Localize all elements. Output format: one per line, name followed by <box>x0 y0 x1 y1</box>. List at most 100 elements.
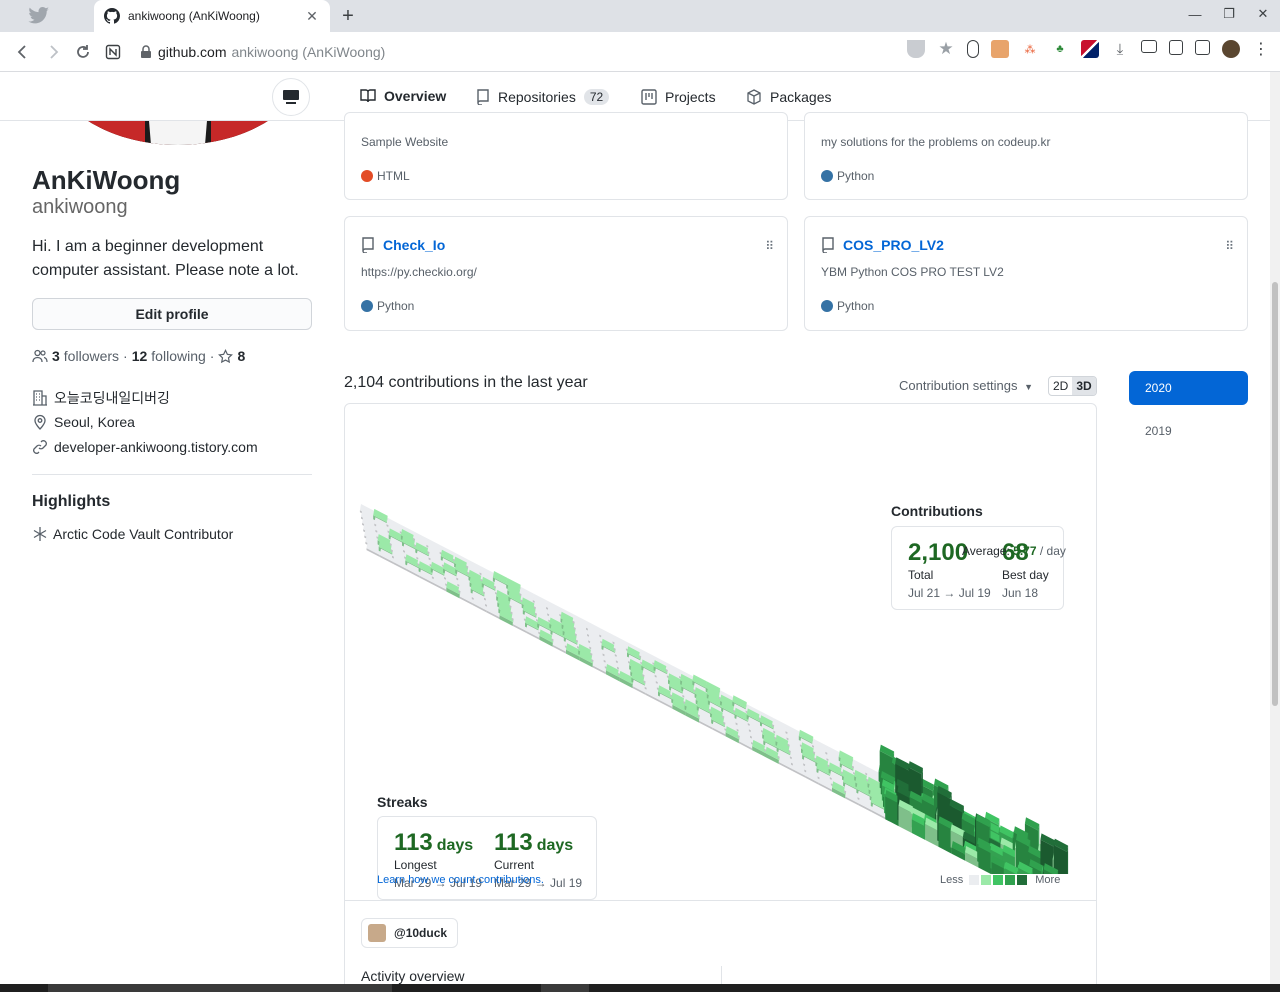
menu-icon[interactable]: ⋮ <box>1252 40 1270 58</box>
repo-name-link[interactable]: Check_Io <box>383 237 445 253</box>
profile-avatar-icon[interactable] <box>1222 40 1240 58</box>
leaf-extension-icon[interactable]: ♣ <box>1051 40 1069 58</box>
repositories-count-badge: 72 <box>583 88 610 105</box>
highlights-title: Highlights <box>32 493 111 510</box>
days-unit: days <box>536 837 574 854</box>
isometric-contribution-chart <box>359 504 1069 874</box>
toggle-3d-button[interactable]: 3D <box>1072 377 1096 395</box>
close-window-icon[interactable]: ✕ <box>1246 0 1280 28</box>
language-color-dot <box>361 300 373 312</box>
flag-extension-icon[interactable] <box>1081 40 1099 58</box>
sidebar-icon[interactable] <box>1195 40 1210 55</box>
repo-icon <box>822 237 834 253</box>
repo-language-label: Python <box>837 169 875 183</box>
edit-profile-button[interactable]: Edit profile <box>32 298 312 330</box>
star-icon <box>218 348 234 363</box>
contribution-legend: Less More <box>940 874 1060 886</box>
profile-name: AnKiWoong <box>32 165 181 195</box>
followers-count[interactable]: 3 <box>52 348 60 364</box>
legend-swatch <box>993 875 1004 885</box>
scrollbar-thumb[interactable] <box>1272 282 1278 706</box>
taskbar-item[interactable] <box>48 984 392 992</box>
vcard-location: Seoul, Korea <box>32 414 135 430</box>
back-icon[interactable] <box>8 37 38 67</box>
github-favicon-icon <box>104 8 120 24</box>
page-scrollbar[interactable] <box>1270 72 1280 984</box>
repo-icon <box>477 88 489 105</box>
repo-description: https://py.checkio.org/ <box>361 265 477 279</box>
forward-icon[interactable] <box>38 37 68 67</box>
legend-swatch <box>981 875 992 885</box>
current-label: Current <box>494 858 535 872</box>
following-count[interactable]: 12 <box>132 348 148 364</box>
separator-dot: · <box>209 348 215 364</box>
drag-handle-icon[interactable]: ⠿ <box>1225 239 1234 253</box>
separator-dot: · <box>123 348 128 364</box>
restore-icon[interactable]: ❐ <box>1212 0 1246 28</box>
current-streak-value: 113 <box>494 829 533 856</box>
people-icon <box>32 349 48 363</box>
best-day-range: Jun 18 <box>1002 586 1039 600</box>
longest-label: Longest <box>394 858 437 872</box>
followers-link[interactable]: followers <box>64 348 119 364</box>
organization-filter-chip[interactable]: @10duck <box>361 918 459 948</box>
snowflake-icon <box>33 527 47 541</box>
active-tab[interactable]: ankiwoong (AnKiWoong) ✕ <box>94 0 330 32</box>
shield-icon[interactable] <box>907 40 925 58</box>
browser-tabstrip: ankiwoong (AnKiWoong) ✕ + — ❐ ✕ <box>0 0 1280 32</box>
total-label: Total <box>908 568 934 582</box>
activity-overview-title: Activity overview <box>361 968 465 984</box>
bookmark-star-icon[interactable]: ★ <box>937 39 955 58</box>
repo-language: HTML <box>361 169 410 183</box>
taskbar-item[interactable] <box>541 984 589 992</box>
reload-icon[interactable] <box>68 37 98 67</box>
notion-icon[interactable] <box>98 37 128 67</box>
vcard-website[interactable]: developer-ankiwoong.tistory.com <box>32 439 258 455</box>
repo-title[interactable]: COS_PRO_LV2 <box>821 237 944 253</box>
learn-contributions-link[interactable]: Learn how we count contributions. <box>377 874 544 886</box>
share-extension-icon[interactable]: ⁂ <box>1021 40 1039 58</box>
repo-description: my solutions for the problems on codeup.… <box>821 135 1051 149</box>
website-link[interactable]: developer-ankiwoong.tistory.com <box>54 439 258 455</box>
year-2020-button[interactable]: 2020 <box>1129 371 1248 405</box>
tab-packages-label: Packages <box>770 88 832 105</box>
profile-bio: Hi. I am a beginner development computer… <box>32 238 299 279</box>
address-bar[interactable]: github.com ankiwoong (AnKiWoong) <box>140 37 930 67</box>
legend-more: More <box>1035 874 1061 886</box>
contributions-stats-box: 2,100 Total Jul 21 → Jul 19 68 Best day … <box>891 526 1064 610</box>
average-suffix: / day <box>1039 544 1066 558</box>
repo-name-link[interactable]: COS_PRO_LV2 <box>843 237 944 253</box>
stars-count[interactable]: 8 <box>237 348 245 364</box>
organization-icon <box>33 390 47 406</box>
image-extension-icon[interactable] <box>991 40 1009 58</box>
minimize-icon[interactable]: — <box>1178 0 1212 28</box>
activity-divider <box>721 966 722 984</box>
pinned-repo-card[interactable]: Sample Website HTML <box>344 112 788 200</box>
language-color-dot <box>821 300 833 312</box>
following-link[interactable]: following <box>151 348 205 364</box>
year-2019-link[interactable]: 2019 <box>1145 424 1172 438</box>
drag-handle-icon[interactable]: ⠿ <box>765 239 774 253</box>
legend-swatch <box>1005 875 1016 885</box>
inactive-tab[interactable] <box>0 0 94 32</box>
reader-mode-icon[interactable] <box>1169 40 1183 55</box>
new-tab-button[interactable]: + <box>338 5 358 28</box>
repo-title[interactable]: Check_Io <box>361 237 445 253</box>
pinned-repo-card[interactable]: Check_Io ⠿ https://py.checkio.org/ Pytho… <box>344 216 788 331</box>
highlight-arctic-vault[interactable]: Arctic Code Vault Contributor <box>32 526 233 542</box>
download-icon[interactable]: ⤓ <box>1111 40 1129 58</box>
tab-title: ankiwoong (AnKiWoong) <box>128 9 260 23</box>
best-day-label: Best day <box>1002 568 1049 582</box>
mouse-extension-icon[interactable] <box>967 40 979 58</box>
pinned-repo-card[interactable]: my solutions for the problems on codeup.… <box>804 112 1248 200</box>
contribution-settings-dropdown[interactable]: Contribution settings ▼ <box>899 378 1033 393</box>
set-status-button[interactable] <box>272 78 310 116</box>
repo-language-label: Python <box>837 299 875 313</box>
current-streak: 113 days <box>494 829 573 857</box>
os-taskbar <box>0 984 1280 992</box>
pinned-repo-card[interactable]: COS_PRO_LV2 ⠿ YBM Python COS PRO TEST LV… <box>804 216 1248 331</box>
location-icon <box>34 414 46 430</box>
camera-icon[interactable] <box>1141 40 1157 53</box>
close-tab-icon[interactable]: ✕ <box>304 8 320 25</box>
toggle-2d-button[interactable]: 2D <box>1049 377 1072 395</box>
